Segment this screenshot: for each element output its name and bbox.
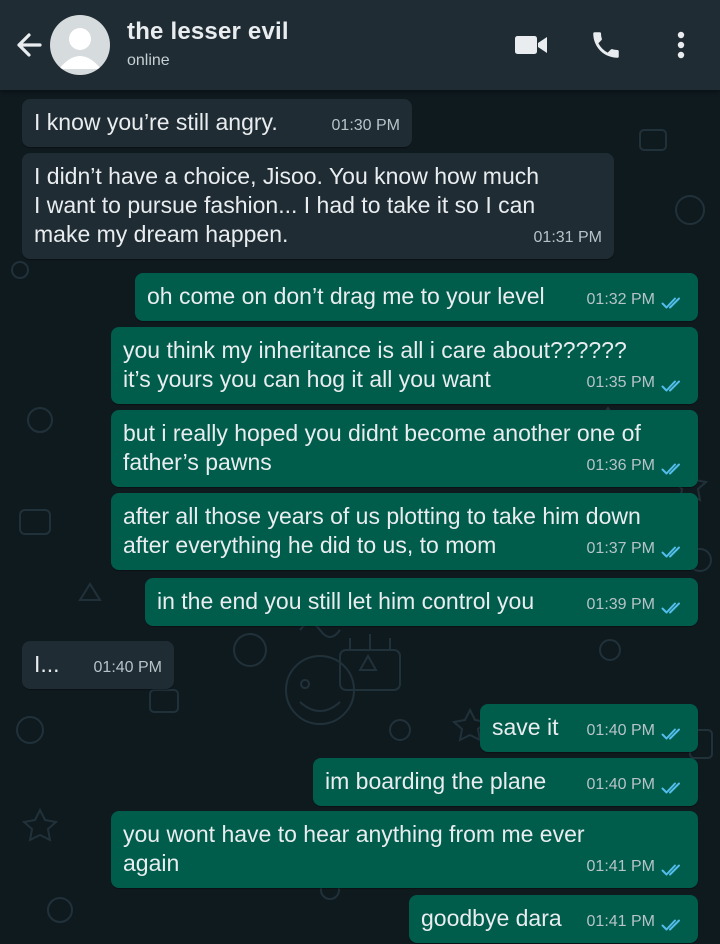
- outgoing-message[interactable]: but i really hoped you didnt become anot…: [111, 410, 698, 487]
- message-meta: 01:36 PM: [587, 451, 686, 480]
- message-meta: 01:32 PM: [587, 285, 686, 314]
- message-meta: 01:35 PM: [587, 368, 686, 397]
- message-time: 01:31 PM: [533, 229, 602, 246]
- outgoing-message[interactable]: oh come on don’t drag me to your level 01…: [135, 273, 698, 321]
- phone-icon: [593, 32, 619, 58]
- more-vertical-icon: [677, 31, 685, 59]
- message-text: I didn’t have a choice, Jisoo. You know …: [34, 163, 540, 247]
- message-meta: 01:40 PM: [587, 716, 686, 745]
- contact-status: online: [127, 52, 170, 69]
- back-button[interactable]: [10, 26, 50, 64]
- message-text: after all those years of us plotting to …: [123, 503, 641, 558]
- menu-button[interactable]: [666, 26, 696, 64]
- chat-header: the lesser evil online: [0, 0, 720, 90]
- message-meta: 01:31 PM: [534, 223, 602, 252]
- message-time: 01:41 PM: [586, 858, 655, 875]
- outgoing-message[interactable]: im boarding the plane 01:40 PM: [313, 758, 698, 806]
- video-call-button[interactable]: [512, 26, 550, 64]
- message-meta: 01:39 PM: [587, 590, 686, 619]
- double-check-icon: [661, 597, 686, 613]
- message-text: I...: [34, 651, 60, 677]
- double-check-icon: [661, 292, 686, 308]
- message-time: 01:30 PM: [331, 117, 400, 134]
- message-text: but i really hoped you didnt become anot…: [123, 420, 641, 475]
- message-meta: 01:40 PM: [587, 770, 686, 799]
- message-text: im boarding the plane: [325, 768, 547, 794]
- message-meta: 01:37 PM: [587, 534, 686, 563]
- outgoing-message[interactable]: after all those years of us plotting to …: [111, 493, 698, 570]
- message-time: 01:40 PM: [586, 776, 655, 793]
- message-meta: 01:41 PM: [587, 907, 686, 936]
- double-check-icon: [661, 859, 686, 875]
- voice-call-button[interactable]: [586, 26, 626, 64]
- video-camera-icon: [515, 36, 547, 54]
- message-text: goodbye dara: [421, 905, 562, 931]
- double-check-icon: [661, 777, 686, 793]
- double-check-icon: [661, 914, 686, 930]
- message-time: 01:40 PM: [93, 659, 162, 676]
- message-time: 01:32 PM: [586, 291, 655, 308]
- message-text: oh come on don’t drag me to your level: [147, 283, 545, 309]
- default-avatar-icon: [59, 28, 101, 69]
- message-time: 01:39 PM: [586, 596, 655, 613]
- incoming-message[interactable]: I didn’t have a choice, Jisoo. You know …: [22, 153, 614, 259]
- message-time: 01:41 PM: [586, 913, 655, 930]
- double-check-icon: [661, 458, 686, 474]
- incoming-message[interactable]: I know you’re still angry. 01:30 PM: [22, 99, 412, 147]
- outgoing-message[interactable]: goodbye dara 01:41 PM: [409, 895, 698, 943]
- message-meta: 01:40 PM: [94, 653, 162, 682]
- outgoing-message[interactable]: save it 01:40 PM: [480, 704, 698, 752]
- message-text: you think my inheritance is all i care a…: [123, 337, 627, 392]
- contact-name: the lesser evil: [127, 18, 289, 45]
- message-text: I know you’re still angry.: [34, 109, 278, 135]
- double-check-icon: [661, 375, 686, 391]
- outgoing-message[interactable]: in the end you still let him control you…: [145, 578, 698, 626]
- message-text: in the end you still let him control you: [157, 588, 535, 614]
- contact-info[interactable]: the lesser evil online: [127, 18, 289, 70]
- incoming-message[interactable]: I... 01:40 PM: [22, 641, 174, 689]
- message-meta: 01:41 PM: [587, 852, 686, 881]
- message-time: 01:40 PM: [586, 722, 655, 739]
- contact-avatar[interactable]: [50, 15, 110, 75]
- message-time: 01:35 PM: [586, 374, 655, 391]
- double-check-icon: [661, 541, 686, 557]
- message-text: save it: [492, 714, 559, 740]
- message-meta: 01:30 PM: [332, 111, 400, 140]
- outgoing-message[interactable]: you think my inheritance is all i care a…: [111, 327, 698, 404]
- outgoing-message[interactable]: you wont have to hear anything from me e…: [111, 811, 698, 888]
- arrow-left-icon: [17, 33, 42, 57]
- double-check-icon: [661, 723, 686, 739]
- message-text: you wont have to hear anything from me e…: [123, 821, 585, 876]
- message-time: 01:37 PM: [586, 540, 655, 557]
- message-time: 01:36 PM: [586, 457, 655, 474]
